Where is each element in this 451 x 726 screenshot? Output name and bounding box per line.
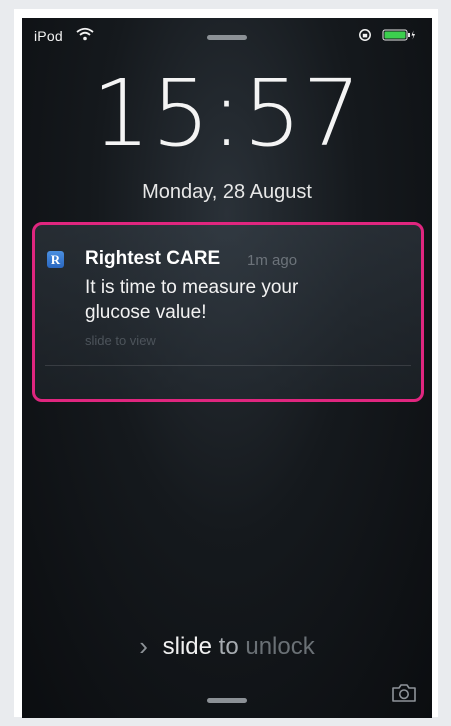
battery-icon xyxy=(382,29,415,41)
notification-message-line-1: It is time to measure your xyxy=(85,277,299,298)
lock-date: Monday, 28 August xyxy=(142,181,312,203)
notification-slide-hint: slide to view xyxy=(85,333,156,348)
notification-app-name: Rightest CARE xyxy=(85,248,221,269)
rightest-app-icon: R xyxy=(47,251,64,268)
notification-message: It is time to measure your glucose value… xyxy=(85,275,405,325)
notification-divider xyxy=(45,365,411,366)
slide-word: slide xyxy=(162,633,212,660)
notification-timestamp: 1m ago xyxy=(247,252,298,269)
notification-card[interactable]: R Rightest CARE 1m ago It is time to mea… xyxy=(32,222,424,402)
chevron-right-icon: › xyxy=(139,631,148,661)
notification-message-line-2: glucose value! xyxy=(85,302,207,323)
slide-to-unlock[interactable]: › slide to unlock xyxy=(22,631,432,662)
top-grabber[interactable] xyxy=(207,35,247,40)
lock-clock: 15:57 xyxy=(91,60,363,167)
lock-rotation-icon xyxy=(359,29,371,41)
wifi-icon xyxy=(76,27,94,41)
bottom-grabber[interactable] xyxy=(207,698,247,703)
status-bar: iPod xyxy=(22,18,432,52)
carrier-label: iPod xyxy=(34,28,63,44)
camera-icon[interactable] xyxy=(391,683,417,703)
to-word: to xyxy=(218,633,239,660)
lock-screen: iPod 15:57 Monday, 28 August R Rightest … xyxy=(22,18,432,718)
unlock-word: unlock xyxy=(245,633,315,660)
